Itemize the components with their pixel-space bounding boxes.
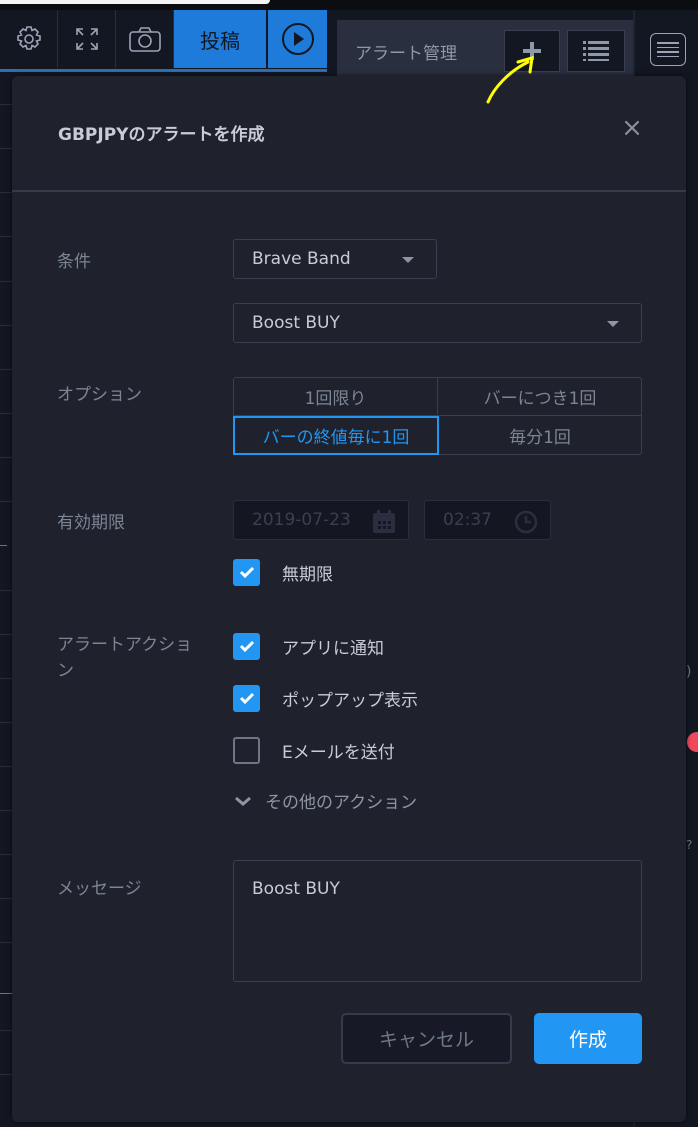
grid-line [0, 722, 12, 723]
option-once-per-bar-close[interactable]: バーの終値毎に1回 [233, 416, 439, 455]
grid-line [0, 590, 12, 591]
dialog-title: GBPJPYのアラートを作成 [58, 125, 265, 145]
grid-line [0, 678, 12, 679]
chevron-down-icon [607, 321, 619, 327]
clock-icon [514, 510, 538, 534]
grid-line [0, 766, 12, 767]
grid-line [0, 634, 12, 635]
top-white-bar [0, 0, 270, 4]
more-actions-toggle[interactable]: その他のアクション [233, 788, 417, 813]
edge-glyph: ) [686, 664, 692, 680]
option-once-per-bar[interactable]: バーにつき1回 [438, 378, 642, 416]
grid-line [0, 810, 12, 811]
replay-button[interactable] [268, 10, 327, 68]
condition-label: 条件 [57, 252, 91, 272]
message-textarea[interactable]: Boost BUY [233, 860, 642, 982]
unlimited-label: 無期限 [282, 564, 333, 585]
checkmark-icon [239, 692, 254, 704]
settings-button[interactable] [0, 10, 58, 68]
grid-line [0, 501, 12, 502]
play-icon [281, 23, 314, 55]
grid-line [0, 545, 7, 546]
expiration-time-input[interactable]: 02:37 [424, 500, 551, 540]
show-popup-row[interactable]: ポップアップ表示 [233, 684, 418, 712]
signal-select[interactable]: Boost BUY [233, 303, 642, 343]
grid-line [0, 192, 12, 193]
message-label: メッセージ [57, 879, 142, 899]
chart-toolbar: 投稿 アラート管理 [0, 10, 698, 78]
create-alert-dialog: GBPJPYのアラートを作成 × 条件 Brave Band Boost BUY… [12, 76, 686, 1122]
unlimited-checkbox[interactable] [233, 558, 260, 586]
grid-line [0, 413, 12, 414]
expiration-date-value: 2019-07-23 [252, 510, 351, 530]
expiration-label: 有効期限 [57, 513, 125, 533]
grid-line [0, 281, 12, 282]
window-top-strip [0, 0, 698, 10]
grid-line [0, 457, 12, 458]
create-button[interactable]: 作成 [534, 1013, 642, 1064]
show-popup-checkbox[interactable] [233, 684, 260, 712]
gear-icon [16, 26, 41, 50]
grid-line [0, 898, 12, 899]
options-label: オプション [57, 385, 142, 405]
send-email-checkbox[interactable] [233, 736, 260, 764]
alert-list-button[interactable] [567, 30, 625, 72]
publish-label: 投稿 [200, 28, 240, 53]
grid-line [0, 1030, 12, 1031]
grid-line [0, 369, 12, 370]
chevron-down-icon [235, 796, 251, 806]
checkmark-icon [239, 566, 254, 578]
list-icon [583, 41, 609, 61]
annotation-arrow-icon [486, 55, 534, 104]
alert-actions-label: アラートアクション [57, 635, 193, 681]
toolbar-underline [0, 69, 327, 72]
chevron-down-icon [402, 257, 414, 263]
fullscreen-icon [75, 28, 98, 50]
notify-app-row[interactable]: アプリに通知 [233, 632, 384, 660]
grid-line [0, 148, 12, 149]
grid-line [0, 1074, 12, 1075]
hamburger-menu-icon[interactable] [650, 33, 686, 66]
edge-glyph: ? [686, 838, 693, 852]
notify-app-checkbox[interactable] [233, 632, 260, 660]
price-line [0, 993, 12, 994]
send-email-label: Eメールを送付 [282, 742, 395, 763]
option-once-per-minute[interactable]: 毎分1回 [438, 416, 642, 454]
frequency-segmented-control: 1回限り バーにつき1回 バーの終値毎に1回 毎分1回 [233, 377, 642, 455]
snapshot-button[interactable] [116, 10, 174, 68]
unlimited-checkbox-row[interactable]: 無期限 [233, 558, 333, 586]
grid-line [0, 104, 12, 105]
expiration-date-input[interactable]: 2019-07-23 [233, 500, 409, 540]
indicator-select[interactable]: Brave Band [233, 239, 437, 279]
close-icon[interactable]: × [620, 115, 644, 141]
signal-value: Boost BUY [252, 313, 340, 333]
expiration-time-value: 02:37 [443, 510, 492, 530]
indicator-value: Brave Band [252, 249, 351, 269]
cancel-button[interactable]: キャンセル [341, 1013, 512, 1064]
alert-manager-title: アラート管理 [355, 44, 457, 64]
camera-icon [128, 27, 161, 52]
grid-line [0, 236, 12, 237]
option-once[interactable]: 1回限り [234, 378, 438, 416]
grid-line [0, 325, 12, 326]
more-actions-label: その他のアクション [265, 793, 418, 813]
publish-button[interactable]: 投稿 [174, 10, 268, 68]
grid-line [0, 942, 12, 943]
show-popup-label: ポップアップ表示 [282, 690, 418, 711]
send-email-row[interactable]: Eメールを送付 [233, 736, 395, 764]
dialog-divider [12, 190, 686, 192]
notify-app-label: アプリに通知 [282, 638, 384, 659]
calendar-icon [373, 510, 395, 533]
grid-line [0, 854, 12, 855]
checkmark-icon [239, 640, 254, 652]
fullscreen-button[interactable] [58, 10, 116, 68]
